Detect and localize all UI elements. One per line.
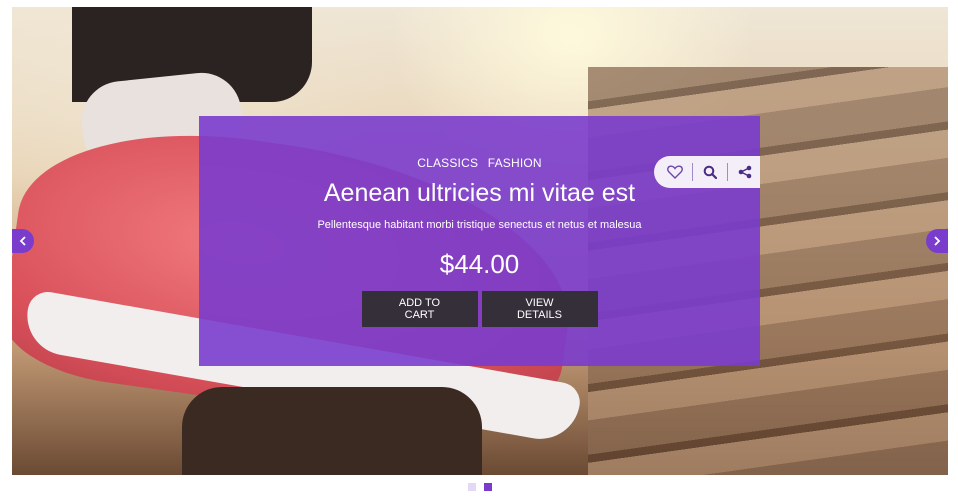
product-buttons: ADD TO CART VIEW DETAILS — [199, 291, 760, 327]
product-price: $44.00 — [439, 249, 520, 279]
toolbar-divider — [691, 163, 693, 181]
search-icon[interactable] — [698, 162, 722, 182]
slide-dot-2[interactable] — [484, 483, 492, 491]
chevron-left-icon — [19, 236, 26, 246]
chevron-right-icon — [934, 236, 941, 246]
heart-icon[interactable] — [663, 162, 687, 182]
add-to-cart-button[interactable]: ADD TO CART — [361, 291, 478, 327]
share-icon[interactable] — [733, 162, 757, 182]
category-link[interactable]: FASHION — [488, 156, 542, 170]
category-link[interactable]: CLASSICS — [417, 156, 478, 170]
hero-slider: CLASSICS FASHION Aenean ultricies mi vit… — [12, 7, 948, 475]
view-details-button[interactable]: VIEW DETAILS — [481, 291, 598, 327]
product-description: Pellentesque habitant morbi tristique se… — [317, 219, 642, 231]
slide-dot-1[interactable] — [468, 483, 476, 491]
product-actions-toolbar — [654, 156, 760, 188]
product-info-panel: CLASSICS FASHION Aenean ultricies mi vit… — [199, 116, 760, 366]
slider-pagination — [468, 483, 492, 491]
toolbar-divider — [727, 163, 729, 181]
log-image-area — [182, 387, 482, 475]
next-slide-button[interactable] — [926, 229, 948, 253]
